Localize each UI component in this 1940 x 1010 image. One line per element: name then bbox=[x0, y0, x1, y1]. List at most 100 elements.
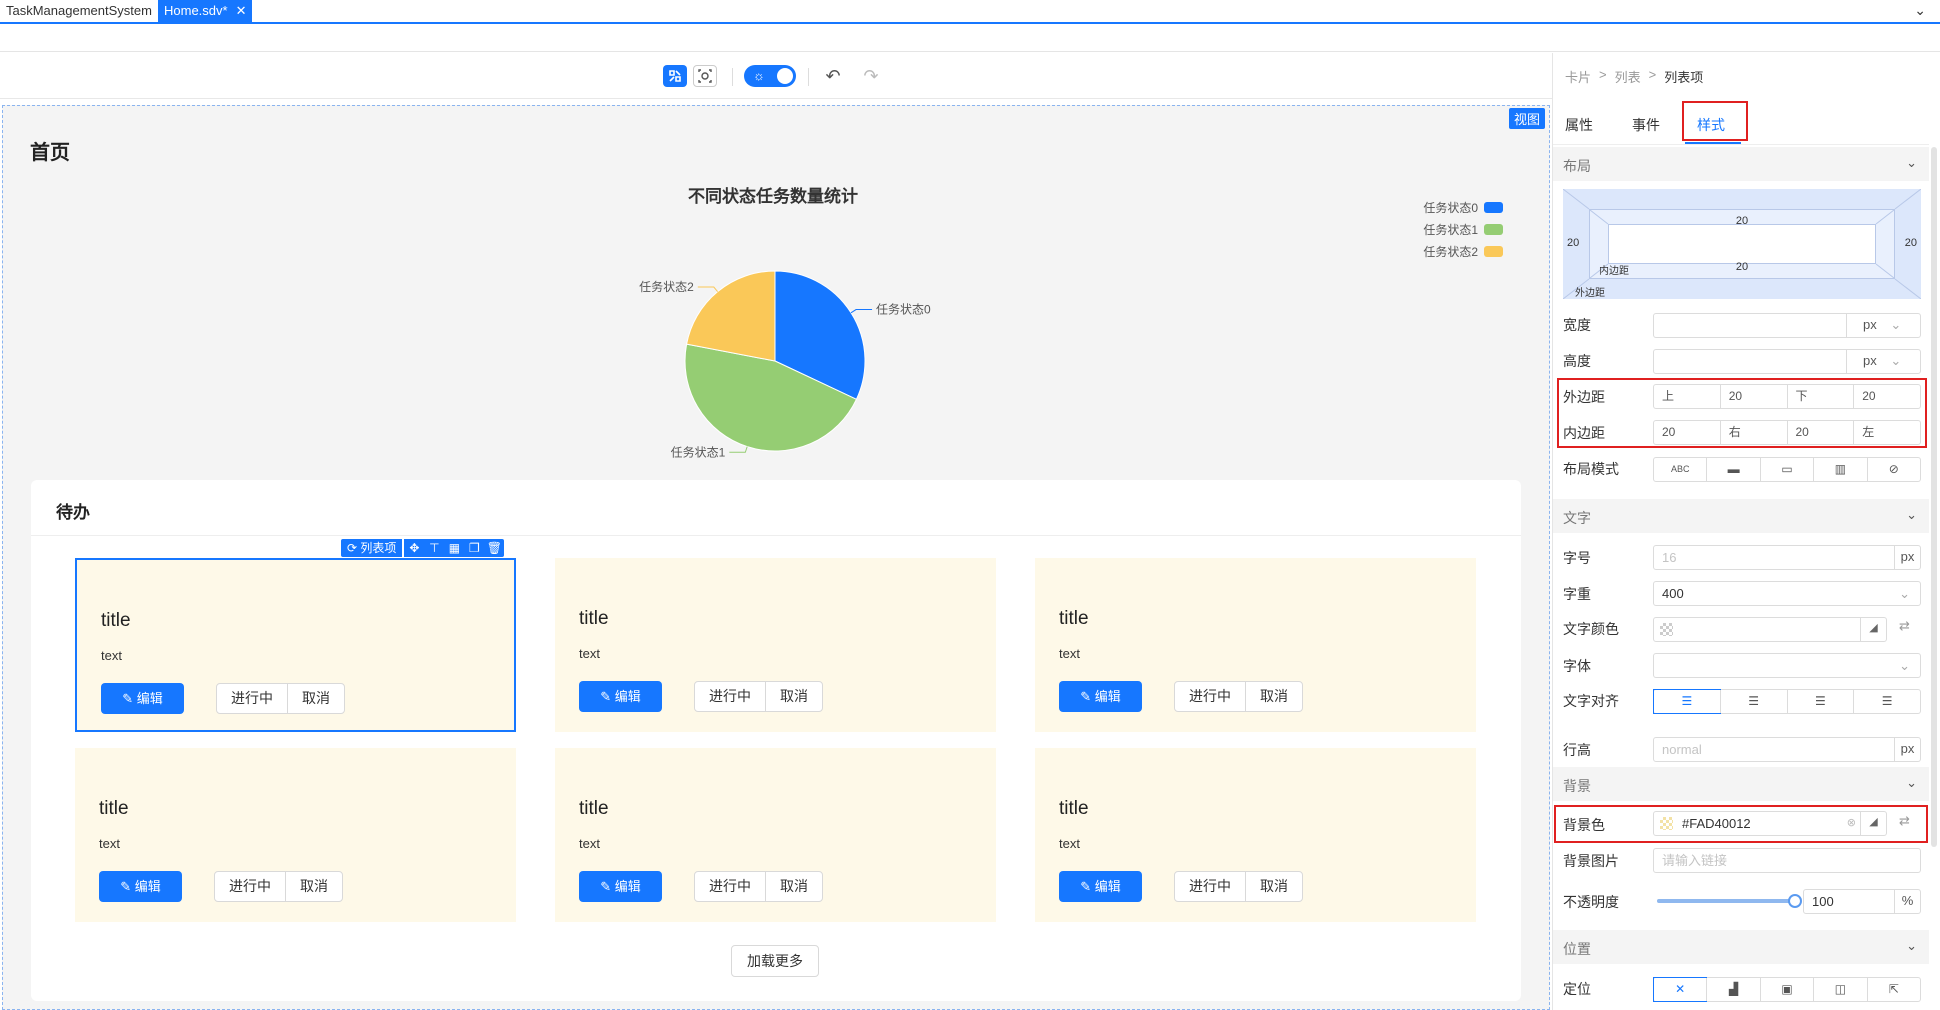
item-text: text bbox=[1059, 646, 1080, 661]
design-mode-icon[interactable] bbox=[663, 65, 687, 87]
layout-block-icon[interactable]: ▬ bbox=[1706, 458, 1759, 481]
undo-icon[interactable]: ↶ bbox=[822, 65, 844, 87]
layout-inline-button[interactable]: ABC bbox=[1654, 458, 1706, 481]
height-unit-select[interactable]: px ⌄ bbox=[1846, 349, 1920, 374]
pie-label: 任务状态0 bbox=[876, 302, 931, 317]
chevron-down-icon: ⌄ bbox=[1899, 658, 1910, 673]
theme-toggle[interactable]: ☼ bbox=[744, 65, 796, 87]
edit-button-label: 编辑 bbox=[1094, 879, 1121, 894]
chart-legend: 任务状态0 任务状态1 任务状态2 bbox=[1423, 196, 1503, 262]
section-text[interactable]: 文字 ⌄ bbox=[1553, 499, 1929, 533]
edit-button[interactable]: ✎ 编辑 bbox=[1059, 871, 1142, 902]
cancel-button[interactable]: 取消 bbox=[765, 872, 822, 901]
in-progress-button[interactable]: 进行中 bbox=[217, 684, 287, 713]
section-background[interactable]: 背景 ⌄ bbox=[1553, 767, 1929, 801]
opacity-slider-handle[interactable] bbox=[1788, 894, 1802, 908]
font-size-placeholder: 16 bbox=[1662, 550, 1677, 565]
tab-project[interactable]: TaskManagementSystem bbox=[0, 0, 158, 22]
status-button-group: 进行中 取消 bbox=[694, 681, 823, 712]
edit-button[interactable]: ✎ 编辑 bbox=[101, 683, 184, 714]
chevron-down-icon[interactable]: ⌄ bbox=[1914, 2, 1926, 19]
color-picker-icon[interactable]: ◢ bbox=[1860, 617, 1886, 642]
section-position[interactable]: 位置 ⌄ bbox=[1553, 930, 1929, 964]
in-progress-button[interactable]: 进行中 bbox=[215, 872, 285, 901]
height-field[interactable]: px ⌄ bbox=[1653, 349, 1921, 374]
in-progress-button[interactable]: 进行中 bbox=[695, 682, 765, 711]
cancel-button[interactable]: 取消 bbox=[1245, 682, 1302, 711]
list-item[interactable]: title text ✎ 编辑 进行中 取消 bbox=[555, 558, 996, 732]
position-sticky-icon[interactable]: ⇱ bbox=[1866, 978, 1920, 1001]
swap-icon[interactable]: ⇄ bbox=[1899, 618, 1910, 634]
font-weight-select[interactable]: 400 ⌄ bbox=[1653, 581, 1921, 606]
font-family-select[interactable]: ⌄ bbox=[1653, 653, 1921, 678]
edit-button[interactable]: ✎ 编辑 bbox=[1059, 681, 1142, 712]
tab-events[interactable]: 事件 bbox=[1632, 115, 1660, 135]
list-item-badge[interactable]: ⟳ 列表项 bbox=[341, 539, 403, 557]
opacity-slider[interactable] bbox=[1657, 894, 1802, 908]
table-icon[interactable]: ▦ bbox=[444, 539, 465, 557]
page-title: 首页 bbox=[30, 142, 70, 164]
align-center-icon[interactable]: ☰ bbox=[1719, 690, 1787, 713]
view-badge[interactable]: 视图 bbox=[1508, 108, 1545, 129]
align-top-icon[interactable]: ⊤ bbox=[424, 539, 445, 557]
cancel-button[interactable]: 取消 bbox=[287, 684, 344, 713]
legend-item[interactable]: 任务状态2 bbox=[1423, 240, 1503, 262]
load-more-button[interactable]: 加载更多 bbox=[731, 945, 819, 977]
preview-mode-icon[interactable] bbox=[693, 65, 717, 87]
width-field[interactable]: px ⌄ bbox=[1653, 313, 1921, 338]
edit-button[interactable]: ✎ 编辑 bbox=[99, 871, 182, 902]
section-layout[interactable]: 布局 ⌄ bbox=[1553, 147, 1929, 181]
opacity-field[interactable]: 100% bbox=[1803, 889, 1921, 914]
layout-hidden-icon[interactable]: ⊘ bbox=[1866, 458, 1920, 481]
legend-swatch bbox=[1484, 201, 1503, 213]
position-absolute-icon[interactable]: ▣ bbox=[1759, 978, 1813, 1001]
tab-properties[interactable]: 属性 bbox=[1565, 115, 1593, 135]
list-item[interactable]: title text ✎ 编辑 进行中 取消 bbox=[75, 748, 516, 922]
redo-icon[interactable]: ↷ bbox=[860, 65, 882, 87]
move-icon[interactable]: ✥ bbox=[404, 539, 425, 557]
design-canvas[interactable]: 视图 首页 不同状态任务数量统计 任务状态0 任务状态1 任务状态2 任务状态0… bbox=[2, 105, 1550, 1010]
list-item[interactable]: title text ✎ 编辑 进行中 取消 bbox=[555, 748, 996, 922]
edit-button[interactable]: ✎ 编辑 bbox=[579, 681, 662, 712]
text-color-field[interactable]: ◢ bbox=[1653, 617, 1887, 642]
list-item[interactable]: title text ✎ 编辑 进行中 取消 bbox=[1035, 748, 1476, 922]
position-relative-icon[interactable]: ▟ bbox=[1706, 978, 1759, 1001]
edit-button-label: 编辑 bbox=[136, 691, 163, 706]
list-item[interactable]: title text ✎ 编辑 进行中 取消 bbox=[1035, 558, 1476, 732]
list-item-badge-label: 列表项 bbox=[360, 541, 397, 555]
edit-button[interactable]: ✎ 编辑 bbox=[579, 871, 662, 902]
font-size-field[interactable]: 16 px bbox=[1653, 545, 1921, 570]
legend-item[interactable]: 任务状态0 bbox=[1423, 196, 1503, 218]
tab-home-file[interactable]: Home.sdv* ✕ bbox=[158, 0, 253, 22]
cancel-button[interactable]: 取消 bbox=[285, 872, 342, 901]
section-background-title: 背景 bbox=[1563, 778, 1591, 794]
align-justify-icon[interactable]: ☰ bbox=[1853, 690, 1920, 713]
item-title: title bbox=[1059, 608, 1089, 629]
layout-inline-block-icon[interactable]: ▭ bbox=[1759, 458, 1813, 481]
breadcrumb-card[interactable]: 卡片 bbox=[1565, 67, 1591, 86]
bg-image-field[interactable]: 请输入链接 bbox=[1653, 848, 1921, 873]
in-progress-button[interactable]: 进行中 bbox=[1175, 682, 1245, 711]
cancel-button[interactable]: 取消 bbox=[765, 682, 822, 711]
highlight-box bbox=[1557, 378, 1927, 448]
legend-item[interactable]: 任务状态1 bbox=[1423, 218, 1503, 240]
delete-icon[interactable]: 🗑 bbox=[484, 539, 505, 557]
cancel-button[interactable]: 取消 bbox=[1245, 872, 1302, 901]
close-icon[interactable]: ✕ bbox=[236, 3, 247, 18]
in-progress-button[interactable]: 进行中 bbox=[1175, 872, 1245, 901]
tab-home-label: Home.sdv* bbox=[164, 3, 228, 18]
line-height-field[interactable]: normal px bbox=[1653, 737, 1921, 762]
list-item[interactable]: title text ✎ 编辑 进行中 取消 bbox=[75, 558, 516, 732]
width-unit-select[interactable]: px ⌄ bbox=[1846, 313, 1920, 338]
breadcrumb-list[interactable]: 列表 bbox=[1615, 67, 1641, 86]
pie-label-line bbox=[850, 309, 873, 314]
position-none-icon[interactable]: ✕ bbox=[1652, 977, 1708, 1002]
align-right-icon[interactable]: ☰ bbox=[1786, 690, 1854, 713]
position-fixed-icon[interactable]: ◫ bbox=[1813, 978, 1866, 1001]
align-left-icon[interactable]: ☰ bbox=[1653, 689, 1721, 714]
layout-flex-icon[interactable]: ▥ bbox=[1813, 458, 1866, 481]
pie-chart: 任务状态0 任务状态1 任务状态2 bbox=[639, 270, 931, 459]
copy-icon[interactable]: ❐ bbox=[464, 539, 485, 557]
panel-scrollbar[interactable] bbox=[1931, 147, 1937, 847]
in-progress-button[interactable]: 进行中 bbox=[695, 872, 765, 901]
